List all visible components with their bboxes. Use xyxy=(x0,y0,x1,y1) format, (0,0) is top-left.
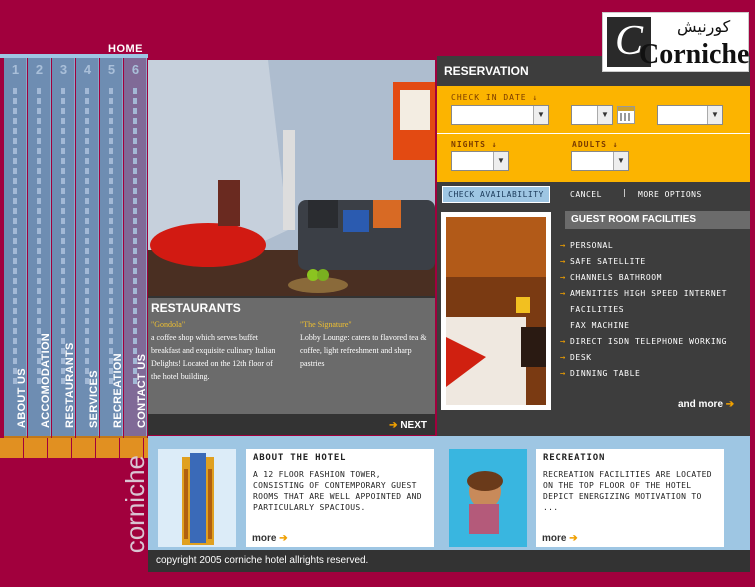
and-more-link[interactable]: and more ➔ xyxy=(678,399,734,410)
about-more-link[interactable]: more ➔ xyxy=(252,533,288,544)
guest-room-photo xyxy=(441,212,551,410)
facility-item: FAX MACHINE xyxy=(570,321,630,330)
facility-item: DIRECT ISDN TELEPHONE WORKING xyxy=(560,334,727,350)
adults-select[interactable]: ▼ xyxy=(571,151,629,171)
checkin-day-select[interactable]: ▼ xyxy=(451,105,549,125)
restaurants-panel: RESTAURANTS "Gondola" a coffee shop whic… xyxy=(148,296,435,414)
arrow-icon: ➔ xyxy=(569,533,578,544)
next-bar: ➔ NEXT xyxy=(148,414,435,435)
arrow-icon: ➔ xyxy=(725,399,735,410)
more-options-link[interactable]: MORE OPTIONS xyxy=(638,190,702,199)
arrow-icon: ➔ xyxy=(389,420,398,431)
logo-arabic: كورنيش xyxy=(677,17,731,36)
checkin-month-select[interactable]: ▼ xyxy=(571,105,613,125)
nights-select[interactable]: ▼ xyxy=(451,151,509,171)
nav-restaurants[interactable]: 3 RESTAURANTS xyxy=(52,58,76,458)
nav-label: RECREATION xyxy=(111,353,124,428)
facility-item: CHANNELS BATHROOM xyxy=(560,270,727,286)
nav-number: 6 xyxy=(131,62,140,77)
check-availability-button[interactable]: CHECK AVAILABILITY xyxy=(442,186,550,203)
hotel-tower-photo xyxy=(158,449,236,547)
room-photo xyxy=(148,60,435,296)
nav-number: 3 xyxy=(59,62,68,77)
nav-services[interactable]: 4 SERVICES xyxy=(76,58,100,458)
restaurant-name: "The Signature" xyxy=(300,320,352,329)
corniche-logo[interactable]: C كورنيش Corniche xyxy=(602,12,749,72)
facilities-title: GUEST ROOM FACILITIES xyxy=(565,211,750,229)
facility-item: PERSONAL xyxy=(560,238,727,254)
restaurant-desc: a coffee shop which serves buffet breakf… xyxy=(151,333,276,381)
restaurant-name: "Gondola" xyxy=(151,320,186,329)
recreation-text: RECREATION FACILITIES ARE LOCATED ON THE… xyxy=(543,470,712,512)
nav-number: 5 xyxy=(107,62,116,77)
nav-label: ABOUT US xyxy=(15,368,28,428)
about-text: A 12 FLOOR FASHION TOWER, CONSISTING OF … xyxy=(253,470,422,512)
facility-item: DESK xyxy=(560,350,727,366)
facility-item: FACILITIES xyxy=(570,305,625,314)
nav-label: ACCOMODATION xyxy=(39,332,52,428)
link-separator: | xyxy=(622,188,628,197)
nav-number: 4 xyxy=(83,62,92,77)
pool-photo xyxy=(449,449,527,547)
nav-label: SERVICES xyxy=(87,370,100,428)
adults-label: ADULTS ↓ xyxy=(572,140,619,149)
nav-contact-us[interactable]: 6 CONTACT US xyxy=(124,58,148,458)
recreation-more-link[interactable]: more ➔ xyxy=(542,533,578,544)
nav-accommodation[interactable]: 2 ACCOMODATION xyxy=(28,58,52,458)
nav-label: RESTAURANTS xyxy=(63,342,76,428)
facility-item: DINNING TABLE xyxy=(560,366,727,382)
nav-label: CONTACT US xyxy=(135,353,148,428)
nav-number: 1 xyxy=(11,62,20,77)
restaurant-desc: Lobby Lounge: caters to flavored tea & c… xyxy=(300,333,427,368)
calendar-icon[interactable] xyxy=(617,106,635,124)
nights-label: NIGHTS ↓ xyxy=(451,140,498,149)
reservation-form: CHECK IN DATE ↓ ▼ ▼ ▼ NIGHTS ↓ ▼ ADULTS … xyxy=(437,86,750,182)
facilities-list: PERSONAL SAFE SATELLITE CHANNELS BATHROO… xyxy=(560,238,727,382)
arrow-icon: ➔ xyxy=(279,533,288,544)
cancel-link[interactable]: CANCEL xyxy=(570,190,602,199)
footer: copyright 2005 corniche hotel allrights … xyxy=(148,550,750,572)
checkin-year-select[interactable]: ▼ xyxy=(657,105,723,125)
about-title: ABOUT THE HOTEL xyxy=(253,453,347,463)
side-brand: corniche xyxy=(120,455,150,554)
nav-number: 2 xyxy=(35,62,44,77)
next-link[interactable]: NEXT xyxy=(400,420,427,431)
logo-text: Corniche xyxy=(639,39,750,70)
nav-recreation[interactable]: 5 RECREATION xyxy=(100,58,124,458)
checkin-label: CHECK IN DATE ↓ xyxy=(451,93,539,102)
facility-item: AMENITIES HIGH SPEED INTERNET xyxy=(560,286,727,302)
facility-item: SAFE SATELLITE xyxy=(560,254,727,270)
nav-about-us[interactable]: 1 ABOUT US xyxy=(4,58,28,458)
restaurants-title: RESTAURANTS xyxy=(151,301,241,315)
recreation-title: RECREATION xyxy=(543,453,606,463)
